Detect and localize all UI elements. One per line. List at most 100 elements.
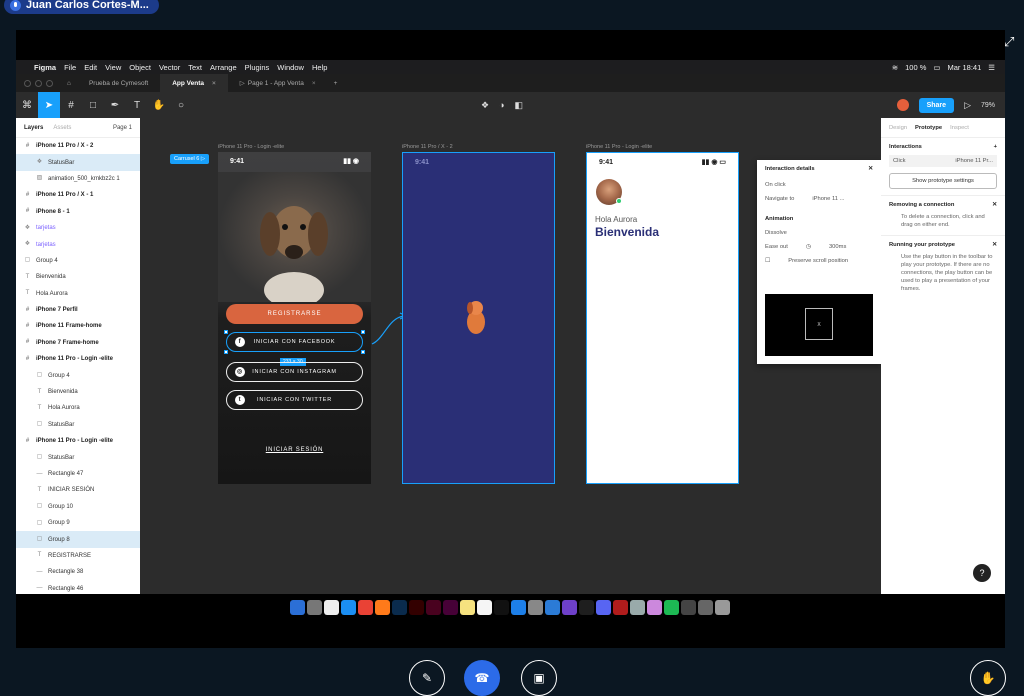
frame-tool-icon[interactable]: # <box>60 92 82 118</box>
launchpad-icon[interactable] <box>307 599 322 615</box>
layer-row[interactable]: T INICIAR SESIÓN <box>16 482 140 498</box>
close-icon[interactable]: ✕ <box>868 166 873 172</box>
menu-object[interactable]: Object <box>129 63 151 72</box>
close-icon[interactable]: ✕ <box>992 242 997 248</box>
appstore-icon[interactable] <box>511 599 526 615</box>
layer-row[interactable]: # iPhone 7 Frame-home <box>16 335 140 351</box>
close-window-button[interactable] <box>24 79 31 87</box>
layer-row[interactable]: # iPhone 8 - 1 <box>16 204 140 220</box>
user-avatar[interactable] <box>896 99 909 111</box>
notes-icon[interactable] <box>460 599 475 615</box>
menu-window[interactable]: Window <box>277 63 304 72</box>
layer-row[interactable]: T Bienvenida <box>16 269 140 285</box>
layer-row[interactable]: ▢ Group 9 <box>16 515 140 531</box>
chrome-icon[interactable] <box>358 599 373 615</box>
illustrator-icon[interactable] <box>409 599 424 615</box>
finder-icon[interactable] <box>290 599 305 615</box>
show-prototype-settings-button[interactable]: Show prototype settings <box>889 173 997 189</box>
tab-page1[interactable]: ▷ Page 1 - App Venta × <box>228 74 328 92</box>
menu-text[interactable]: Text <box>188 63 202 72</box>
menu-help[interactable]: Help <box>312 63 327 72</box>
welcome-frame[interactable]: 9:41 ▮▮ ◉ ▭ Hola Aurora Bienvenida <box>586 152 739 484</box>
layer-row[interactable]: T REGISTRARSE <box>16 548 140 564</box>
appletv-icon[interactable] <box>494 599 509 615</box>
layer-row[interactable]: ❖ StatusBar <box>16 154 140 171</box>
menu-file[interactable]: File <box>64 63 76 72</box>
layer-row[interactable]: # iPhone 7 Perfil <box>16 302 140 318</box>
flow-starting-point[interactable]: Carrusel 6 ▷ <box>170 154 210 164</box>
vscode-icon[interactable] <box>545 599 560 615</box>
control-center-icon[interactable]: ☰ <box>988 63 995 72</box>
figma-icon[interactable] <box>579 599 594 615</box>
action-select[interactable]: Navigate to iPhone 11 ... <box>757 192 881 206</box>
comment-tool-icon[interactable]: ○ <box>170 92 192 118</box>
filezilla-icon[interactable] <box>613 599 628 615</box>
layer-row[interactable]: ▢ Group 4 <box>16 367 140 383</box>
close-tab-icon[interactable]: × <box>212 80 216 87</box>
layer-row[interactable]: ▢ Group 4 <box>16 253 140 269</box>
zoom-window-button[interactable] <box>46 79 53 87</box>
layer-row[interactable]: — Rectangle 46 <box>16 581 140 594</box>
login-link[interactable]: INICIAR SESIÓN <box>218 447 371 453</box>
preview-icon[interactable] <box>630 599 645 615</box>
discord-icon[interactable] <box>596 599 611 615</box>
duration-value[interactable]: 300ms <box>829 244 846 250</box>
photoshop-icon[interactable] <box>392 599 407 615</box>
reminders-icon[interactable] <box>477 599 492 615</box>
facebook-button[interactable]: f INICIAR CON FACEBOOK <box>226 332 363 352</box>
camera-off-icon[interactable]: ▣ <box>521 660 557 696</box>
zoom-level[interactable]: 79% <box>981 102 995 109</box>
indesign-icon[interactable] <box>426 599 441 615</box>
menu-view[interactable]: View <box>105 63 121 72</box>
layer-row[interactable]: ▢ Group 10 <box>16 499 140 515</box>
layer-row[interactable]: ▢ StatusBar <box>16 449 140 465</box>
safari-icon[interactable] <box>341 599 356 615</box>
layer-row[interactable]: # iPhone 11 Pro / X - 2 <box>16 138 140 154</box>
present-icon[interactable]: ▷ <box>964 100 971 111</box>
checkbox-icon[interactable]: ☐ <box>765 258 770 264</box>
xd-icon[interactable] <box>443 599 458 615</box>
hand-tool-icon[interactable]: ✋ <box>148 92 170 118</box>
help-button[interactable]: ? <box>973 564 991 582</box>
tab-assets[interactable]: Assets <box>53 125 71 131</box>
animation-frame[interactable]: 9:41 <box>402 152 555 484</box>
photos-icon[interactable] <box>647 599 662 615</box>
tab-inspect[interactable]: Inspect <box>950 125 969 131</box>
menu-edit[interactable]: Edit <box>84 63 97 72</box>
calendar-icon[interactable] <box>324 599 339 615</box>
resize-handle[interactable] <box>361 350 365 354</box>
layer-row[interactable]: ❖ tarjetas <box>16 220 140 236</box>
frame1-label[interactable]: iPhone 11 Pro - Login -elite <box>218 144 284 150</box>
layer-row[interactable]: # iPhone 11 Pro / X - 1 <box>16 187 140 203</box>
trash-icon[interactable] <box>715 599 730 615</box>
wifi-icon[interactable]: ≋ <box>892 63 898 72</box>
resize-handle[interactable] <box>224 330 228 334</box>
github-icon[interactable] <box>562 599 577 615</box>
frame3-label[interactable]: iPhone 11 Pro - Login -elite <box>586 144 652 150</box>
fullscreen-icon[interactable]: ⤢ <box>1004 34 1018 49</box>
canvas[interactable]: iPhone 11 Pro - Login -elite iPhone 11 P… <box>140 118 881 594</box>
animation-select[interactable]: Dissolve <box>757 226 881 240</box>
raise-hand-icon[interactable]: ✋ <box>970 660 1006 696</box>
layer-row[interactable]: T Hola Aurora <box>16 400 140 416</box>
move-tool-icon[interactable]: ➤ <box>38 92 60 118</box>
layer-row[interactable]: # iPhone 11 Frame-home <box>16 318 140 334</box>
close-icon[interactable]: ✕ <box>992 202 997 208</box>
clock[interactable]: Mar 18:41 <box>947 63 981 72</box>
screenshot-icon[interactable] <box>681 599 696 615</box>
layer-row[interactable]: T Hola Aurora <box>16 286 140 302</box>
twitter-button[interactable]: t INICIAR CON TWITTER <box>226 390 363 410</box>
close-tab-icon[interactable]: × <box>312 80 316 87</box>
layer-row[interactable]: — Rectangle 47 <box>16 466 140 482</box>
layer-row[interactable]: ❖ tarjetas <box>16 236 140 252</box>
tab-layers[interactable]: Layers <box>24 125 43 131</box>
battery-icon[interactable]: ▭ <box>933 63 940 72</box>
menu-arrange[interactable]: Arrange <box>210 63 237 72</box>
tab-prueba[interactable]: Prueba de Cymesoft <box>77 74 160 92</box>
tab-app-venta[interactable]: App Venta × <box>160 74 228 92</box>
layer-row[interactable]: — Rectangle 38 <box>16 564 140 580</box>
preserve-scroll-checkbox[interactable]: ☐ Preserve scroll position <box>757 254 881 268</box>
easing-row[interactable]: Ease out ◷ 300ms <box>757 240 881 254</box>
firefox-icon[interactable] <box>375 599 390 615</box>
layer-row[interactable]: ▨ animation_500_krnkbz2c 1 <box>16 171 140 187</box>
